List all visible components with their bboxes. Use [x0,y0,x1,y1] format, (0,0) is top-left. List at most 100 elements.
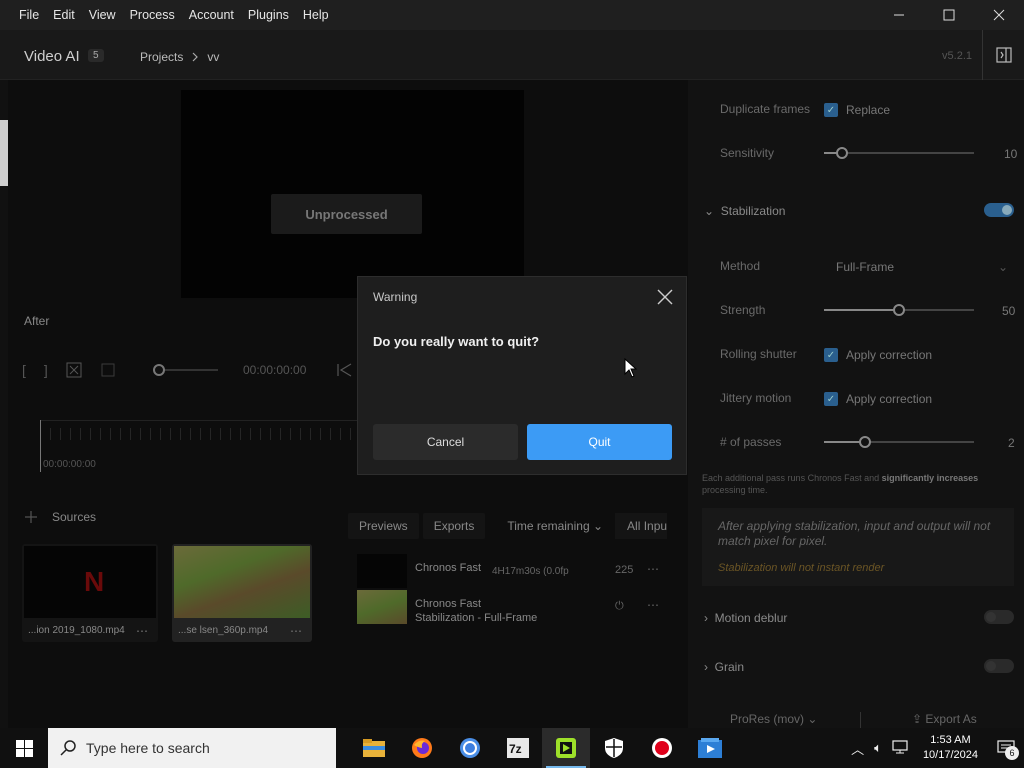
toggle-panel-button[interactable] [982,30,1024,80]
slider-fill [824,309,899,311]
export-icon: ⇪ [912,712,923,726]
motion-deblur-section[interactable]: › Motion deblur [704,611,787,625]
add-source-icon[interactable] [24,510,38,524]
close-window-button[interactable] [974,0,1024,30]
windows-security-button[interactable] [590,728,638,768]
app-badge: 5 [88,49,104,62]
clear-marks-icon[interactable] [66,362,82,378]
grain-section[interactable]: › Grain [704,660,744,674]
cancel-button[interactable]: Cancel [373,424,518,460]
maximize-button[interactable] [924,0,974,30]
start-button[interactable] [0,728,48,768]
mark-out-button[interactable]: ] [44,362,48,378]
frame-icon[interactable] [100,362,116,378]
search-icon [60,740,76,756]
volume-icon[interactable]: 🔈︎ [869,740,887,756]
menu: File Edit View Process Account Plugins H… [0,8,336,22]
motion-deblur-toggle[interactable] [984,610,1014,624]
clock-date: 10/17/2024 [922,749,978,761]
queue-item[interactable]: Chronos Fast 4H17m30s (0.0fp 225 ⋯ [357,554,687,590]
playhead[interactable] [40,420,41,472]
network-display-icon [892,739,908,753]
source-thumbnail[interactable]: N ...ion 2019_1080.mp4 ⋯ [22,544,158,642]
export-format-value: ProRes (mov) [730,712,805,726]
menu-plugins[interactable]: Plugins [241,8,296,22]
shield-icon [605,738,623,758]
quit-button[interactable]: Quit [527,424,672,460]
jittery-motion-checkbox[interactable]: ✓ [824,392,838,406]
previous-frame-icon[interactable] [336,362,354,378]
tab-exports[interactable]: Exports [422,513,486,539]
more-options-icon[interactable]: ⋯ [647,598,659,612]
source-thumbnail-selected[interactable]: ...se lsen_360p.mp4 ⋯ [172,544,312,642]
stabilization-note: After applying stabilization, input and … [702,508,1014,586]
unprocessed-badge: Unprocessed [271,194,422,234]
mark-in-button[interactable]: [ [22,362,26,378]
taskbar-search[interactable] [48,728,336,768]
menu-account[interactable]: Account [182,8,241,22]
tab-previews[interactable]: Previews [348,513,419,539]
motion-deblur-label: Motion deblur [714,611,788,625]
clock[interactable]: 1:53 AM 10/17/2024 [913,733,988,763]
hint-bold-text: significantly increases [881,473,979,483]
search-input[interactable] [86,740,316,756]
hint-text: Each additional pass runs Chronos Fast a… [702,473,882,483]
stabilization-section[interactable]: ⌄ Stabilization [704,204,785,218]
menu-process[interactable]: Process [123,8,182,22]
job-meta: 4H17m30s (0.0fp [492,566,569,577]
video-ai-button[interactable] [542,728,590,768]
chevron-right-icon: › [704,611,708,625]
thumbnail-image: N [24,546,156,618]
network-icon[interactable] [887,739,913,757]
zoom-slider-knob[interactable] [153,364,165,376]
file-explorer-button[interactable] [350,728,398,768]
filter-select[interactable]: All Inpu [615,513,668,539]
method-select-value: Full-Frame [836,260,895,274]
export-format-select[interactable]: ProRes (mov) ⌄ [730,712,850,728]
replace-checkbox[interactable]: ✓ [824,103,838,117]
method-select[interactable]: Full-Frame ⌄ [836,260,1008,274]
more-options-icon[interactable]: ⋯ [647,562,659,576]
dialog-message: Do you really want to quit? [373,334,540,349]
app-header: Video AI 5 Projects vv v5.2.1 [0,30,1024,80]
grain-toggle[interactable] [984,659,1014,673]
stabilization-label: Stabilization [720,204,786,218]
more-options-icon[interactable]: ⋯ [290,624,302,638]
grain-label: Grain [714,660,745,674]
passes-slider-knob[interactable] [858,436,871,448]
hint-suffix-text: processing time. [702,485,768,495]
queue-item[interactable]: Chronos Fast Stabilization - Full-Frame … [357,590,687,626]
sort-select[interactable]: Time remaining ⌄ [495,513,615,539]
rolling-shutter-checkbox[interactable]: ✓ [824,348,838,362]
menu-view[interactable]: View [82,8,123,22]
sensitivity-slider-knob[interactable] [836,147,848,159]
sources-label: Sources [52,510,97,524]
7zip-button[interactable]: 7z [494,728,542,768]
duplicate-frames-label: Duplicate frames [720,102,811,116]
close-icon [657,289,673,305]
job-title: Chronos Fast [415,562,482,574]
recorder-button[interactable] [638,728,686,768]
after-label: After [24,314,50,328]
export-as-button[interactable]: ⇪ Export As [912,712,1012,728]
chevron-down-icon: ⌄ [592,519,604,533]
clock-time: 1:53 AM [930,734,971,746]
chrome-button[interactable] [446,728,494,768]
dialog-close-button[interactable] [654,286,676,308]
strength-slider-knob[interactable] [893,304,905,316]
menu-file[interactable]: File [12,8,46,22]
source-filename: ...se lsen_360p.mp4 [178,625,269,636]
notifications-button[interactable]: 6 [988,728,1024,768]
menu-help[interactable]: Help [296,8,336,22]
media-app-button[interactable] [686,728,734,768]
minimize-icon [894,14,904,16]
more-options-icon[interactable]: ⋯ [136,624,148,638]
chevron-up-icon[interactable]: ︿ [846,739,869,758]
menu-edit[interactable]: Edit [46,8,82,22]
firefox-button[interactable] [398,728,446,768]
stabilization-toggle[interactable] [984,203,1014,217]
breadcrumb-project[interactable]: vv [207,50,219,64]
breadcrumb-projects[interactable]: Projects [140,50,183,64]
power-icon[interactable]: ⏻ [615,600,624,613]
minimize-button[interactable] [874,0,924,30]
